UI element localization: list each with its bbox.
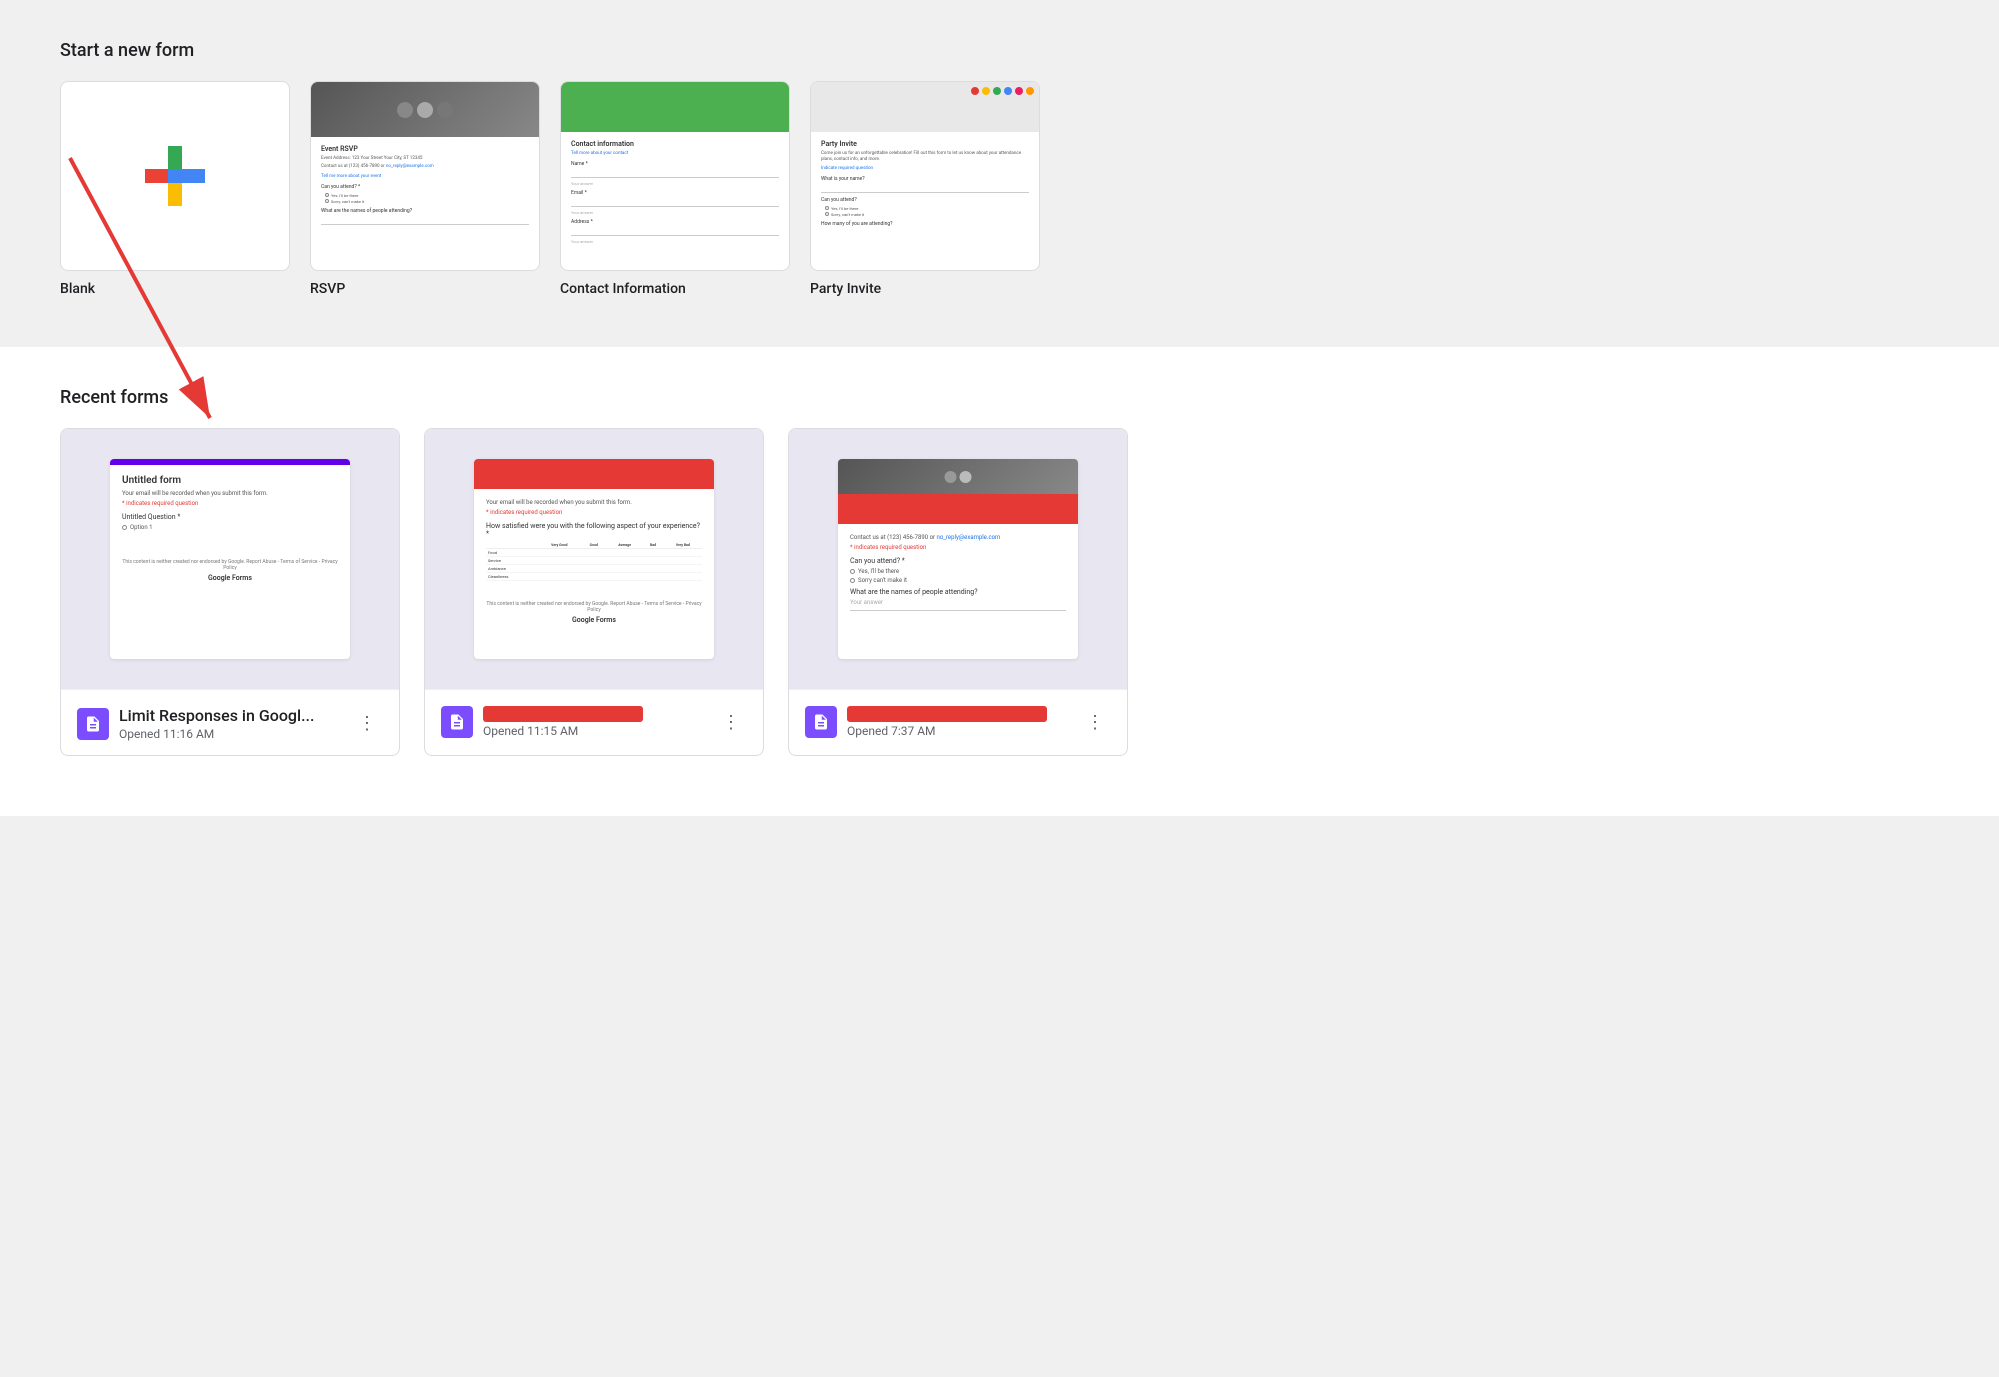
form-icon-3 — [805, 706, 837, 738]
forms-icon-1 — [84, 715, 102, 733]
form-card-meta-2: Opened 11:15 AM — [483, 706, 705, 738]
recent-forms-title: Recent forms — [60, 387, 1939, 408]
form-card-meta-3: Opened 7:37 AM — [847, 706, 1069, 738]
more-button-2[interactable]: ⋮ — [715, 706, 747, 738]
form-card-opened-3: Opened 7:37 AM — [847, 724, 1069, 738]
more-button-3[interactable]: ⋮ — [1079, 706, 1111, 738]
form-card-title-3 — [847, 706, 1069, 722]
template-item-blank[interactable]: Blank — [60, 81, 290, 297]
form-preview-3: Contact us at (123) 456-7890 or no_reply… — [789, 429, 1127, 689]
form-card-2[interactable]: Your email will be recorded when you sub… — [424, 428, 764, 756]
template-card-rsvp[interactable]: Event RSVP Event Address: 123 Your Stree… — [310, 81, 540, 271]
contact-header-img — [561, 82, 789, 132]
form-preview-inner-1: Untitled form Your email will be recorde… — [110, 459, 350, 659]
party-header-img — [811, 82, 1039, 132]
form-preview-bar-3 — [838, 494, 1078, 524]
google-plus-icon — [140, 141, 210, 211]
templates-section: Start a new form Blank — [0, 0, 1999, 347]
recent-grid: Untitled form Your email will be recorde… — [60, 428, 1939, 756]
form-preview-bar-2 — [474, 459, 714, 489]
template-grid: Blank Event RSVP Event Addres — [60, 81, 1939, 297]
recent-section: Recent forms Untitled form Your — [0, 347, 1999, 816]
template-card-blank[interactable] — [60, 81, 290, 271]
template-item-contact[interactable]: Contact information Tell more about your… — [560, 81, 790, 297]
template-label-contact: Contact Information — [560, 281, 686, 297]
template-label-blank: Blank — [60, 281, 95, 297]
form-preview-title-1: Untitled form — [122, 475, 338, 486]
form-card-opened-1: Opened 11:16 AM — [119, 727, 341, 741]
form-preview-1: Untitled form Your email will be recorde… — [61, 429, 399, 689]
form-card-3[interactable]: Contact us at (123) 456-7890 or no_reply… — [788, 428, 1128, 756]
template-card-contact[interactable]: Contact information Tell more about your… — [560, 81, 790, 271]
form-card-1[interactable]: Untitled form Your email will be recorde… — [60, 428, 400, 756]
form-card-title-2 — [483, 706, 705, 722]
form-card-footer-2: Opened 11:15 AM ⋮ — [425, 689, 763, 752]
forms-icon-3 — [812, 713, 830, 731]
template-label-rsvp: RSVP — [310, 281, 345, 297]
form-preview-2: Your email will be recorded when you sub… — [425, 429, 763, 689]
form-card-footer-3: Opened 7:37 AM ⋮ — [789, 689, 1127, 752]
form-card-opened-2: Opened 11:15 AM — [483, 724, 705, 738]
template-label-party: Party Invite — [810, 281, 881, 297]
template-card-party[interactable]: Party Invite Come join us for an unforge… — [810, 81, 1040, 271]
more-button-1[interactable]: ⋮ — [351, 708, 383, 740]
rsvp-header-image — [311, 82, 539, 137]
form-card-footer-1: Limit Responses in Googl... Opened 11:16… — [61, 689, 399, 755]
template-item-party[interactable]: Party Invite Come join us for an unforge… — [810, 81, 1040, 297]
form-card-title-1: Limit Responses in Googl... — [119, 706, 341, 725]
form-card-meta-1: Limit Responses in Googl... Opened 11:16… — [119, 706, 341, 741]
template-item-rsvp[interactable]: Event RSVP Event Address: 123 Your Stree… — [310, 81, 540, 297]
form-icon-2 — [441, 706, 473, 738]
form-icon-1 — [77, 708, 109, 740]
forms-icon-2 — [448, 713, 466, 731]
rsvp-photo-preview — [838, 459, 1078, 494]
form-preview-inner-3: Contact us at (123) 456-7890 or no_reply… — [838, 459, 1078, 659]
form-preview-inner-2: Your email will be recorded when you sub… — [474, 459, 714, 659]
start-new-form-title: Start a new form — [60, 40, 1939, 61]
